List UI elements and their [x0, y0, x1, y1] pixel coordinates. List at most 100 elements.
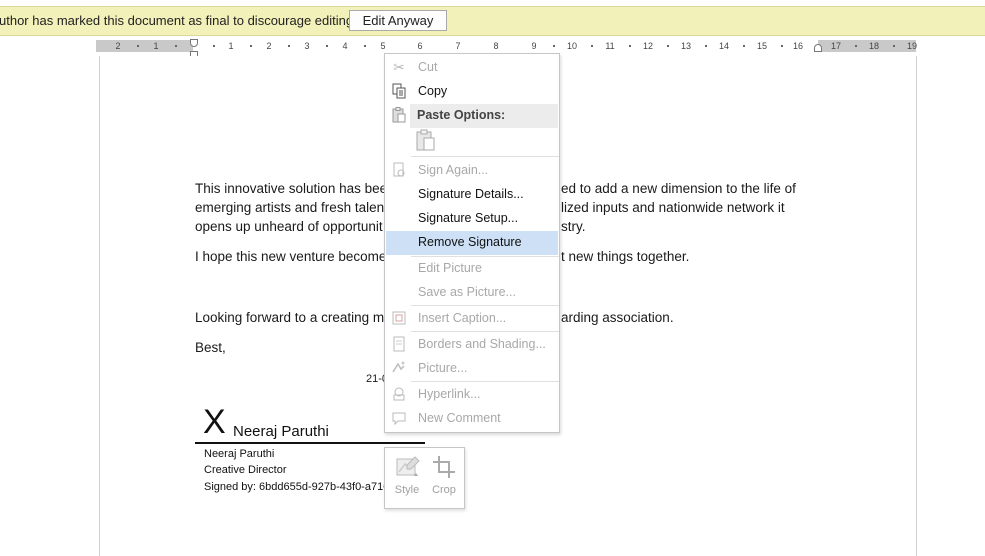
signer-title: Creative Director — [204, 464, 287, 476]
ruler-dot — [326, 45, 328, 47]
ruler-dot — [855, 45, 857, 47]
ruler-dot — [288, 45, 290, 47]
menu-item-label: Sign Again... — [418, 163, 489, 177]
right-indent-marker[interactable] — [814, 44, 822, 52]
menu-item-signature-details[interactable]: Signature Details... — [386, 183, 558, 207]
menu-item-save-as-picture[interactable]: Save as Picture... — [386, 281, 558, 305]
comment-icon — [391, 410, 407, 426]
ruler-dot — [213, 45, 215, 47]
menu-item-label: Picture... — [418, 361, 468, 375]
ruler-dot — [553, 45, 555, 47]
menu-item-label: Borders and Shading... — [418, 337, 546, 351]
ruler-dot — [175, 45, 177, 47]
ruler-number: 10 — [566, 41, 578, 51]
ruler-number: 1 — [153, 41, 159, 51]
body-text-line[interactable]: lized inputs and nationwide network it — [561, 200, 785, 215]
paste-options-header: Paste Options: — [410, 104, 558, 128]
body-text-line[interactable]: Looking forward to a creating m — [195, 310, 384, 325]
message-bar: uthor has marked this document as final … — [0, 6, 985, 36]
ruler-number: 1 — [228, 41, 234, 51]
menu-item-edit-picture[interactable]: Edit Picture — [386, 257, 558, 281]
menu-item-remove-signature[interactable]: Remove Signature — [386, 231, 558, 255]
message-bar-text: uthor has marked this document as final … — [0, 13, 357, 28]
closing-text[interactable]: Best, — [195, 340, 226, 355]
ruler-number: 17 — [830, 41, 842, 51]
menu-item-label: Cut — [418, 60, 438, 74]
menu-item-signature-setup[interactable]: Signature Setup... — [386, 207, 558, 231]
ruler-number: 18 — [868, 41, 880, 51]
menu-separator — [411, 305, 559, 306]
ruler-dot — [591, 45, 593, 47]
signature-line — [195, 442, 425, 444]
body-text-line[interactable]: t new things together. — [561, 249, 689, 264]
ruler-number: 4 — [342, 41, 348, 51]
edit-anyway-button[interactable]: Edit Anyway — [349, 10, 447, 31]
ruler-number: 7 — [455, 41, 461, 51]
scissors-icon: ✂ — [393, 59, 405, 75]
menu-item-new-comment[interactable]: New Comment — [386, 407, 558, 431]
menu-item-cut[interactable]: ✂ Cut — [386, 56, 558, 80]
menu-item-label: Remove Signature — [418, 235, 522, 249]
body-text-line[interactable]: I hope this new venture become — [195, 249, 386, 264]
picture-format-icon — [391, 360, 407, 376]
crop-icon — [431, 454, 457, 480]
menu-item-borders-shading[interactable]: Borders and Shading... — [386, 333, 558, 357]
horizontal-ruler[interactable]: 2 1 1 2 3 4 5 6 7 8 9 10 11 12 13 14 15 … — [96, 39, 918, 52]
body-text-line[interactable]: opens up unheard of opportunit — [195, 219, 383, 234]
first-line-indent-marker[interactable] — [190, 39, 198, 47]
signer-name: Neeraj Paruthi — [204, 448, 275, 460]
style-button[interactable]: Style — [389, 454, 425, 504]
menu-item-label: Hyperlink... — [418, 387, 481, 401]
menu-item-hyperlink[interactable]: Hyperlink... — [386, 383, 558, 407]
ruler-dot — [893, 45, 895, 47]
menu-item-label: Signature Setup... — [418, 211, 519, 225]
ruler-dot — [629, 45, 631, 47]
ruler-number: 2 — [115, 41, 121, 51]
menu-item-label: Copy — [418, 84, 448, 98]
menu-item-label: Paste Options: — [417, 108, 506, 122]
body-text-line[interactable]: ed to add a new dimension to the life of — [561, 181, 796, 196]
menu-separator — [411, 331, 559, 332]
ruler-number: 5 — [380, 41, 386, 51]
menu-item-picture[interactable]: Picture... — [386, 357, 558, 381]
style-button-label: Style — [394, 484, 420, 496]
ruler-number: 11 — [605, 41, 615, 51]
menu-item-copy[interactable]: Copy — [386, 80, 558, 104]
menu-item-label: Signature Details... — [418, 187, 524, 201]
paste-keep-source-icon[interactable] — [415, 129, 437, 151]
picture-style-icon — [394, 454, 420, 480]
context-menu: ✂ Cut Copy Paste Options: Sign Again... … — [384, 53, 560, 433]
ruler-number: 16 — [792, 41, 804, 51]
body-text-line[interactable]: stry. — [561, 219, 586, 234]
menu-item-label: Edit Picture — [418, 261, 482, 275]
menu-item-label: Insert Caption... — [418, 311, 507, 325]
menu-separator — [411, 156, 559, 157]
ruler-dot — [364, 45, 366, 47]
menu-item-insert-caption[interactable]: Insert Caption... — [386, 307, 558, 331]
paste-icon — [391, 107, 407, 123]
ruler-dot — [667, 45, 669, 47]
crop-button[interactable]: Crop — [426, 454, 462, 504]
ruler-dot — [705, 45, 707, 47]
menu-item-sign-again[interactable]: Sign Again... — [386, 159, 558, 183]
crop-button-label: Crop — [432, 484, 456, 496]
ruler-number: 6 — [417, 41, 423, 51]
body-text-line[interactable]: This innovative solution has bee — [195, 181, 387, 196]
ruler-number: 13 — [680, 41, 692, 51]
mini-toolbar: Style Crop — [384, 447, 465, 509]
ruler-dot — [743, 45, 745, 47]
ruler-number: 3 — [304, 41, 310, 51]
ruler-number: 12 — [642, 41, 654, 51]
ruler-dot — [781, 45, 783, 47]
body-text-line[interactable]: emerging artists and fresh talen — [195, 200, 384, 215]
caption-icon — [391, 310, 407, 326]
copy-icon — [391, 83, 407, 99]
signature-x-mark[interactable]: X — [203, 404, 226, 440]
signature-typed-name[interactable]: Neeraj Paruthi — [233, 423, 329, 440]
menu-item-label: New Comment — [418, 411, 501, 425]
ruler-number: 19 — [906, 41, 918, 51]
ruler-number: 8 — [493, 41, 499, 51]
body-text-line[interactable]: arding association. — [561, 310, 674, 325]
ruler-number: 9 — [531, 41, 537, 51]
ruler-number: 2 — [266, 41, 272, 51]
